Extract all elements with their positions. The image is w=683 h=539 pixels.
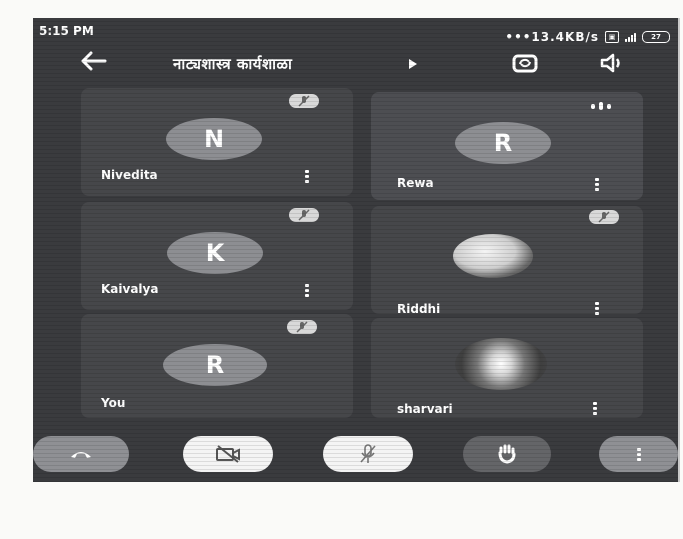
call-controls [33, 428, 678, 482]
mic-toggle-button[interactable] [323, 436, 413, 472]
participant-name: Nivedita [101, 168, 158, 182]
mic-off-icon [360, 444, 376, 463]
more-options-icon[interactable] [305, 170, 309, 183]
status-bar: 5:15 PM •••13.4KB/s ▣ 27 [33, 18, 678, 46]
network-speed: •••13.4KB/s [505, 30, 599, 44]
participant-tile[interactable]: sharvari [371, 318, 643, 418]
avatar: R [163, 344, 267, 386]
participant-tile[interactable]: N Nivedita [81, 88, 353, 196]
battery-icon: 27 [642, 31, 670, 43]
camera-toggle-button[interactable] [183, 436, 273, 472]
speaking-indicator-icon [591, 102, 611, 110]
raise-hand-icon [498, 444, 516, 464]
mic-off-icon [298, 95, 310, 107]
raise-hand-button[interactable] [463, 436, 551, 472]
more-options-icon [636, 447, 641, 461]
participant-name: sharvari [397, 402, 453, 416]
camera-off-icon [216, 445, 240, 463]
mic-off-badge [287, 320, 317, 334]
title-caret-icon[interactable] [409, 59, 417, 69]
mic-off-icon [296, 321, 308, 333]
participant-name: Riddhi [397, 302, 441, 316]
status-icons: •••13.4KB/s ▣ 27 [505, 30, 670, 44]
meeting-header: नाट्यशास्त्र कार्यशाळा [33, 46, 678, 82]
switch-camera-icon[interactable] [511, 52, 539, 74]
avatar: K [167, 232, 263, 274]
participant-tile[interactable]: R Rewa [371, 92, 643, 200]
signal-icon [625, 32, 636, 42]
more-options-icon[interactable] [593, 402, 597, 415]
end-call-icon [71, 452, 91, 458]
mic-off-badge [289, 208, 319, 222]
vo-lte-icon: ▣ [605, 31, 619, 43]
participant-name: Rewa [397, 176, 434, 190]
more-options-icon[interactable] [305, 284, 309, 297]
end-call-button[interactable] [33, 436, 129, 472]
participant-name: Kaivalya [101, 282, 159, 296]
meeting-title[interactable]: नाट्यशास्त्र कार्यशाळा [173, 54, 292, 74]
avatar-photo [455, 338, 547, 390]
participant-tile[interactable]: R You [81, 314, 353, 418]
photo-frame: 5:15 PM •••13.4KB/s ▣ 27 नाट्यशास्त्र का… [0, 0, 683, 539]
back-arrow-icon[interactable] [79, 50, 107, 72]
status-time: 5:15 PM [39, 24, 94, 38]
more-options-button[interactable] [599, 436, 678, 472]
avatar: N [166, 118, 262, 160]
phone-screen: 5:15 PM •••13.4KB/s ▣ 27 नाट्यशास्त्र का… [33, 18, 680, 482]
more-options-icon[interactable] [595, 178, 599, 191]
more-options-icon[interactable] [595, 302, 599, 315]
avatar: R [455, 122, 551, 164]
mic-off-badge [589, 210, 619, 224]
avatar-photo [453, 234, 533, 278]
participant-tile[interactable]: K Kaivalya [81, 202, 353, 310]
participant-tile[interactable]: Riddhi [371, 206, 643, 316]
mic-off-icon [598, 211, 610, 223]
mic-off-icon [298, 209, 310, 221]
speaker-icon[interactable] [599, 53, 625, 73]
mic-off-badge [289, 94, 319, 108]
participant-name: You [101, 396, 126, 410]
